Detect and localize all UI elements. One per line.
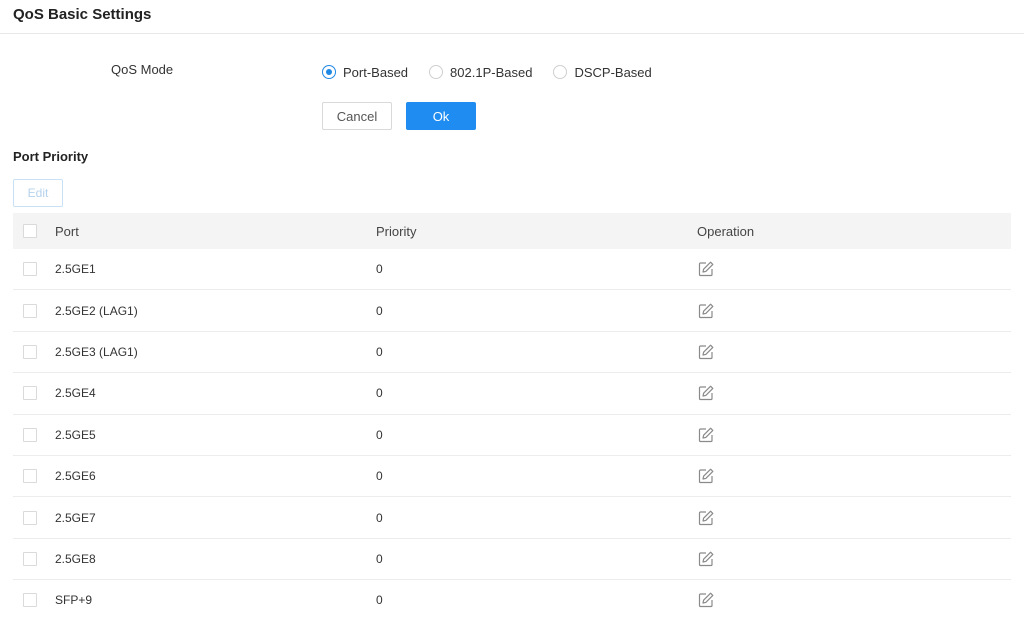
edit-icon[interactable]	[697, 509, 715, 527]
select-all-checkbox[interactable]	[23, 224, 37, 238]
page-header: QoS Basic Settings	[0, 0, 1024, 34]
row-checkbox[interactable]	[23, 551, 37, 566]
radio-8021p-based-indicator[interactable]	[429, 65, 444, 79]
edit-icon[interactable]	[697, 550, 715, 568]
radio-8021p-based[interactable]: 802.1P-Based	[429, 65, 532, 80]
port-cell: 2.5GE1	[55, 262, 96, 277]
operation-cell	[697, 302, 1011, 320]
edit-icon[interactable]	[697, 343, 715, 361]
operation-cell	[697, 343, 1011, 361]
ok-button[interactable]: Ok	[406, 102, 476, 130]
priority-cell: 0	[376, 551, 383, 566]
port-cell: 2.5GE8	[55, 551, 96, 566]
port-cell: 2.5GE2 (LAG1)	[55, 303, 138, 318]
port-cell: 2.5GE7	[55, 510, 96, 525]
select-all-cell	[13, 224, 55, 238]
page-title: QoS Basic Settings	[13, 6, 152, 23]
operation-cell	[697, 591, 1011, 609]
qos-mode-radio-group: Port-Based 802.1P-Based DSCP-Based	[322, 63, 673, 81]
port-cell: 2.5GE5	[55, 427, 96, 442]
row-checkbox[interactable]	[23, 593, 37, 608]
radio-dscp-based-label: DSCP-Based	[574, 64, 652, 80]
operation-cell	[697, 467, 1011, 485]
row-checkbox[interactable]	[23, 469, 37, 484]
edit-icon[interactable]	[697, 384, 715, 402]
port-cell: 2.5GE4	[55, 386, 96, 401]
row-check-cell	[13, 469, 55, 484]
table-header: Port Priority Operation	[13, 213, 1011, 249]
row-checkbox[interactable]	[23, 344, 37, 359]
radio-8021p-based-label: 802.1P-Based	[450, 64, 533, 80]
port-cell: SFP+9	[55, 593, 93, 608]
radio-dscp-based[interactable]: DSCP-Based	[553, 64, 652, 80]
edit-icon[interactable]	[697, 260, 715, 278]
priority-cell: 0	[376, 469, 383, 484]
priority-cell: 0	[376, 427, 383, 442]
row-check-cell	[13, 386, 55, 401]
edit-icon[interactable]	[697, 467, 715, 485]
port-cell: 2.5GE3 (LAG1)	[55, 344, 138, 359]
priority-cell: 0	[376, 510, 383, 525]
radio-port-based[interactable]: Port-Based	[322, 65, 408, 80]
edit-icon[interactable]	[697, 426, 715, 444]
row-check-cell	[13, 551, 55, 566]
table-row: 2.5GE8 0	[13, 539, 1011, 581]
port-priority-table: Port Priority Operation 2.5GE1 0 2.5GE2 (L…	[13, 213, 1011, 618]
radio-port-based-indicator[interactable]	[322, 65, 336, 79]
row-check-cell	[13, 593, 55, 608]
port-cell: 2.5GE6	[55, 469, 96, 484]
table-row: 2.5GE1 0	[13, 249, 1011, 291]
row-checkbox[interactable]	[23, 303, 37, 318]
row-checkbox[interactable]	[23, 427, 37, 442]
row-check-cell	[13, 303, 55, 318]
radio-port-based-label: Port-Based	[343, 64, 409, 80]
operation-cell	[697, 426, 1011, 444]
priority-cell: 0	[376, 262, 383, 277]
column-header-port: Port	[55, 223, 79, 239]
row-check-cell	[13, 510, 55, 525]
column-header-operation: Operation	[697, 223, 755, 239]
table-body: 2.5GE1 0 2.5GE2 (LAG1) 0 2.5GE3 (LAG1) 0 2.5GE…	[13, 249, 1011, 618]
table-row: 2.5GE2 (LAG1) 0	[13, 290, 1011, 332]
edit-button[interactable]: Edit	[13, 179, 63, 207]
table-row: 2.5GE4 0	[13, 373, 1011, 415]
table-row: 2.5GE7 0	[13, 497, 1011, 539]
row-checkbox[interactable]	[23, 510, 37, 525]
row-check-cell	[13, 262, 55, 277]
priority-cell: 0	[376, 344, 383, 359]
port-priority-title: Port Priority	[13, 149, 89, 164]
table-row: 2.5GE3 (LAG1) 0	[13, 332, 1011, 374]
priority-cell: 0	[376, 386, 383, 401]
edit-icon[interactable]	[697, 591, 715, 609]
edit-icon[interactable]	[697, 302, 715, 320]
priority-cell: 0	[376, 593, 383, 608]
row-check-cell	[13, 427, 55, 442]
row-checkbox[interactable]	[23, 262, 37, 277]
column-header-priority: Priority	[376, 223, 417, 239]
table-row: 2.5GE6 0	[13, 456, 1011, 498]
radio-dscp-based-indicator[interactable]	[553, 65, 568, 79]
qos-mode-label: QoS Mode	[111, 62, 174, 77]
operation-cell	[697, 384, 1011, 402]
operation-cell	[697, 509, 1011, 527]
cancel-button[interactable]: Cancel	[322, 102, 392, 130]
table-row: 2.5GE5 0	[13, 415, 1011, 456]
row-check-cell	[13, 344, 55, 359]
row-checkbox[interactable]	[23, 386, 37, 401]
operation-cell	[697, 550, 1011, 568]
operation-cell	[697, 260, 1011, 278]
table-row: SFP+9 0	[13, 580, 1011, 618]
priority-cell: 0	[376, 303, 383, 318]
